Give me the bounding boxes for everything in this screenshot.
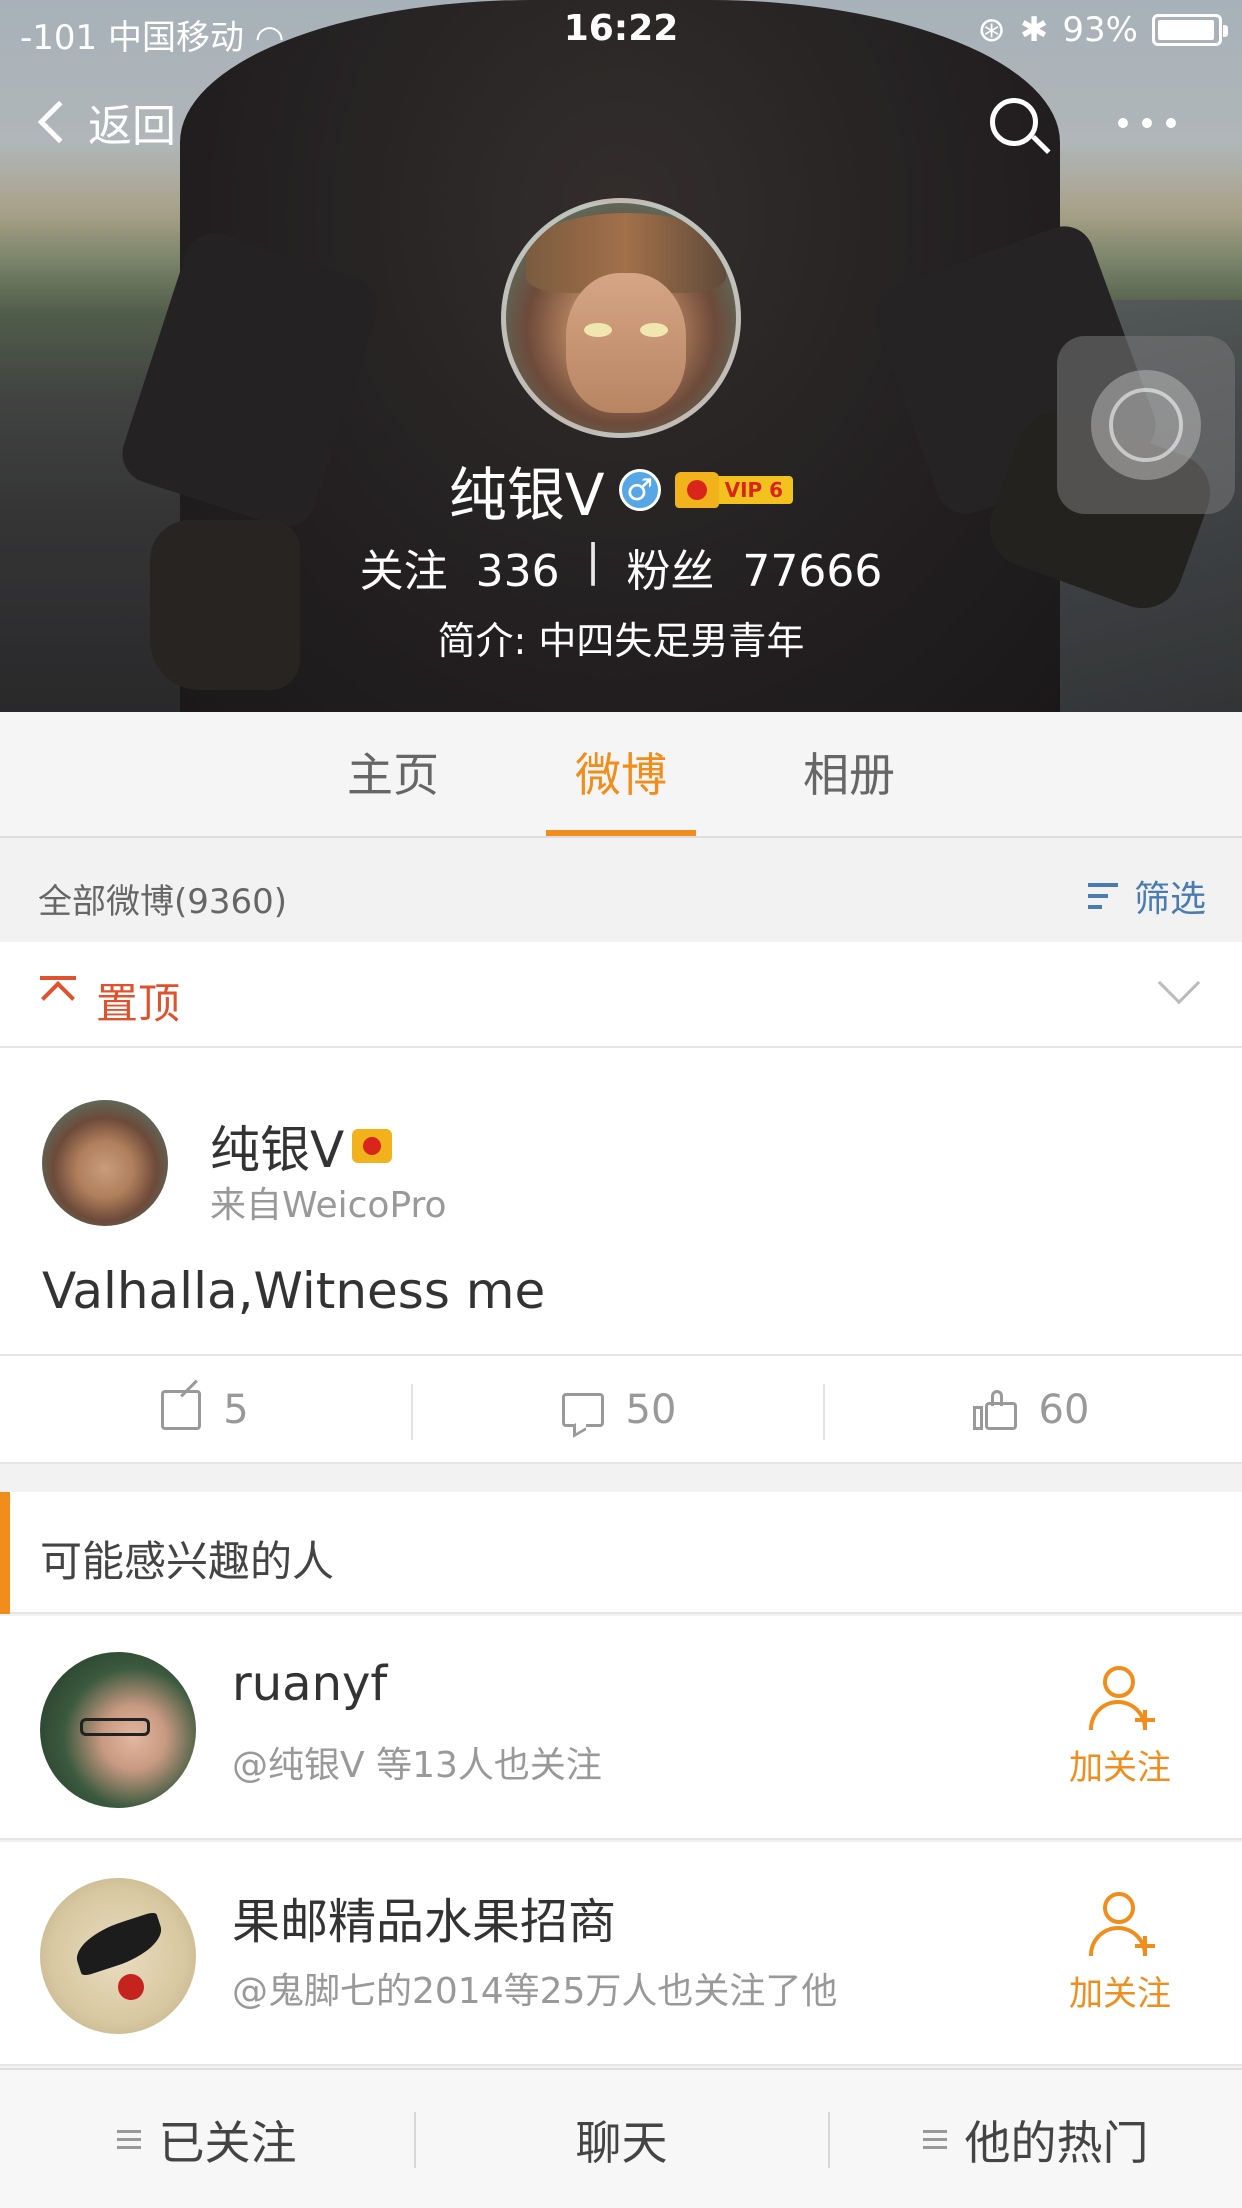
following-count: 336 [475, 546, 560, 597]
repost-count: 5 [223, 1387, 249, 1433]
battery-percent: 93% [1062, 10, 1138, 50]
tab-weibo[interactable]: 微博 [546, 712, 696, 838]
chevron-down-icon[interactable] [1157, 961, 1201, 1005]
filter-icon [1087, 881, 1124, 911]
profile-header: -101 中国移动 ◠ 16:22 ⊛ ✱ 93% 返回 纯银V ♂ VIP 6… [0, 0, 1242, 712]
nav-bar: 返回 [0, 90, 1242, 170]
list-item[interactable]: ruanyf @纯银V 等13人也关注 加关注 [0, 1616, 1242, 1840]
like-count: 60 [1038, 1387, 1090, 1433]
avatar[interactable] [40, 1652, 196, 1808]
person-mutual: @纯银V 等13人也关注 [232, 1745, 602, 1786]
person-mutual: @鬼脚七的2014等25万人也关注了他 [232, 1971, 838, 2012]
like-button[interactable]: 60 [826, 1356, 1236, 1464]
add-user-icon [1085, 1892, 1155, 1958]
followers-stat[interactable]: 粉丝 77666 [626, 535, 882, 599]
crown-icon [674, 472, 719, 508]
back-button[interactable]: 返回 [30, 90, 176, 154]
person-name[interactable]: ruanyf [232, 1656, 387, 1712]
search-icon[interactable] [990, 98, 1051, 158]
recommend-header: 可能感兴趣的人 [0, 1492, 1242, 1614]
vip-label: VIP 6 [714, 476, 794, 504]
follow-button[interactable]: 加关注 [1060, 1892, 1180, 2015]
crown-icon [352, 1129, 393, 1163]
recommend-title: 可能感兴趣的人 [40, 1537, 335, 1586]
back-label: 返回 [88, 101, 176, 152]
tab-album[interactable]: 相册 [774, 712, 924, 838]
bluetooth-icon: ✱ [1019, 10, 1049, 50]
post-text: Valhalla,Witness me [42, 1262, 546, 1320]
profile-bio: 简介: 中四失足男青年 [437, 619, 805, 663]
profile-name-row: 纯银V ♂ VIP 6 [0, 448, 1242, 532]
chevron-left-icon [37, 100, 81, 144]
orientation-lock-icon: ⊛ [977, 10, 1006, 50]
more-icon[interactable] [1118, 118, 1176, 128]
profile-avatar[interactable] [501, 198, 741, 438]
post-author-avatar[interactable] [42, 1100, 168, 1226]
following-stat[interactable]: 关注 336 [360, 535, 560, 599]
list-item[interactable]: 果邮精品水果招商 @鬼脚七的2014等25万人也关注了他 加关注 [0, 1842, 1242, 2066]
pinned-section[interactable]: 置顶 [0, 942, 1242, 1048]
comment-count: 50 [625, 1387, 677, 1433]
vip-badge[interactable]: VIP 6 [674, 472, 794, 508]
filter-bar: 全部微博(9360) 筛选 [0, 840, 1242, 942]
filter-button[interactable]: 筛选 [1087, 870, 1206, 922]
followed-button[interactable]: 已关注 [0, 2070, 413, 2208]
stats-separator: | [585, 535, 601, 586]
battery-icon [1152, 14, 1228, 46]
repost-icon [161, 1390, 202, 1430]
follow-button[interactable]: 加关注 [1060, 1666, 1180, 1789]
all-posts-count: 全部微博(9360) [38, 882, 288, 922]
post-card[interactable]: 纯银V 来自WeicoPro Valhalla,Witness me [0, 1048, 1242, 1356]
bottom-toolbar: 已关注 聊天 他的热门 [0, 2068, 1242, 2208]
tab-home[interactable]: 主页 [318, 712, 468, 838]
menu-icon [922, 2130, 947, 2150]
comment-button[interactable]: 50 [414, 1356, 824, 1464]
avatar[interactable] [40, 1878, 196, 2034]
add-user-icon [1085, 1666, 1155, 1732]
menu-icon [116, 2130, 141, 2150]
pinned-label: 置顶 [96, 979, 181, 1028]
active-tab-indicator [546, 830, 696, 836]
followers-count: 77666 [742, 546, 883, 597]
post-author[interactable]: 纯银V [210, 1110, 393, 1182]
thumbs-up-icon [972, 1390, 1017, 1430]
status-bar: -101 中国移动 ◠ 16:22 ⊛ ✱ 93% [0, 0, 1242, 60]
pin-top-icon [40, 976, 76, 1015]
post-actions: 5 50 60 [0, 1356, 1242, 1464]
filter-label: 筛选 [1133, 879, 1206, 920]
repost-button[interactable]: 5 [0, 1356, 410, 1464]
post-source: 来自WeicoPro [210, 1185, 447, 1226]
profile-tabs: 主页 微博 相册 [0, 712, 1242, 838]
hot-posts-button[interactable]: 他的热门 [829, 2070, 1242, 2208]
male-icon: ♂ [618, 469, 661, 511]
profile-stats: 关注 336 | 粉丝 77666 [0, 535, 1242, 599]
comment-icon [561, 1393, 604, 1427]
person-name[interactable]: 果邮精品水果招商 [232, 1882, 616, 1952]
chat-button[interactable]: 聊天 [415, 2070, 828, 2208]
profile-name: 纯银V [448, 461, 605, 529]
